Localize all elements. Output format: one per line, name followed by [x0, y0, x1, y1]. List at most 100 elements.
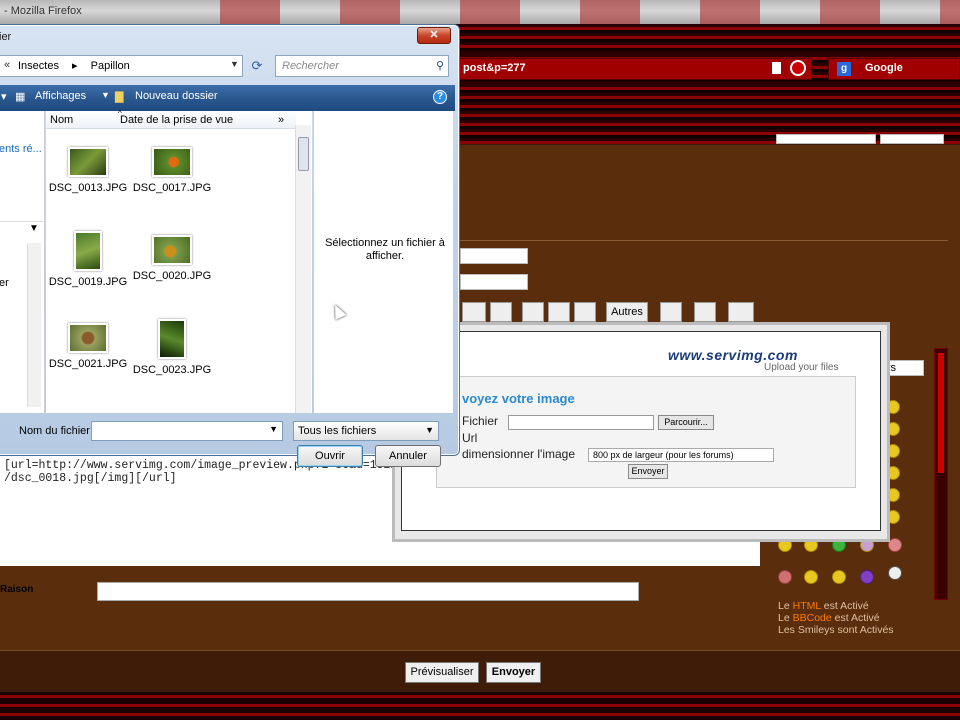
command-bar: ▾ ▦ Affichages ▼ ▇ Nouveau dossier ? — [0, 85, 455, 111]
format-color-button[interactable] — [462, 302, 486, 322]
image-thumbnail — [74, 231, 102, 271]
search-placeholder: Rechercher — [282, 60, 339, 72]
bookmark-star-icon[interactable] — [772, 62, 781, 74]
smiley-scrollbar[interactable] — [934, 348, 948, 600]
reason-label: Raison — [0, 584, 34, 595]
file-item[interactable]: DSC_0020.JPG — [132, 235, 212, 282]
address-bar[interactable]: « Insectes ▸ Papillon ▼ — [0, 55, 243, 77]
scroll-thumb[interactable] — [298, 137, 309, 171]
chevron-down-icon[interactable]: ▼ — [230, 59, 239, 69]
filetype-value: Tous les fichiers — [298, 425, 377, 437]
format-size-button[interactable] — [548, 302, 570, 322]
header-field — [880, 134, 944, 144]
servimg-logo: www.servimg.com — [668, 347, 798, 363]
recent-places-link[interactable]: ents ré... — [0, 143, 42, 155]
filename-input[interactable]: ▼ — [91, 421, 283, 441]
breadcrumb-insectes[interactable]: Insectes — [18, 60, 59, 72]
chevron-down-icon[interactable]: ▼ — [101, 90, 110, 100]
column-date[interactable]: Date de la prise de vue — [120, 114, 233, 126]
filename-label: Nom du fichier : — [19, 425, 97, 437]
search-engine-box[interactable]: g Google — [828, 58, 960, 80]
new-folder-button[interactable]: Nouveau dossier — [135, 90, 218, 102]
breadcrumb-arrow-icon[interactable]: ▸ — [72, 60, 78, 72]
file-item[interactable]: DSC_0013.JPG — [48, 147, 128, 194]
servimg-tagline: Upload your files — [764, 362, 839, 373]
bbcode-link[interactable]: BBCode — [793, 612, 832, 624]
file-name: DSC_0019.JPG — [48, 276, 128, 288]
file-item[interactable]: DSC_0017.JPG — [132, 147, 212, 194]
back-history-icon[interactable]: « — [4, 59, 10, 71]
bbcode-status: Le BBCode est Activé — [778, 612, 894, 624]
cancel-button[interactable]: Annuler — [375, 445, 441, 467]
file-list-scrollbar[interactable] — [295, 125, 311, 413]
reason-input[interactable] — [97, 582, 639, 601]
search-icon[interactable]: ⚲ — [436, 59, 444, 72]
format-emoji-button[interactable] — [660, 302, 682, 322]
url-label: Url — [462, 431, 478, 445]
navigation-pane: ents ré... ▼ er — [0, 111, 45, 413]
close-icon[interactable]: ✕ — [417, 27, 451, 44]
file-name: DSC_0023.JPG — [132, 364, 212, 376]
bbcode-legend: Le HTML est Activé Le BBCode est Activé … — [778, 600, 894, 636]
folder-icon: ▇ — [115, 91, 124, 103]
smiley-icon[interactable] — [832, 570, 846, 584]
folder-tree-item[interactable]: er — [0, 277, 9, 289]
open-button[interactable]: Ouvrir — [297, 445, 363, 467]
google-icon: g — [837, 62, 851, 76]
html-link[interactable]: HTML — [793, 600, 821, 612]
send-button[interactable]: Envoyer — [486, 662, 541, 683]
chevron-down-icon[interactable]: ▼ — [425, 425, 434, 435]
browse-button[interactable]: Parcourir... — [658, 415, 714, 430]
format-text-button[interactable] — [574, 302, 596, 322]
feed-icon[interactable] — [790, 60, 806, 76]
divider — [0, 221, 43, 222]
subject-field[interactable] — [460, 248, 528, 264]
scroll-thumb[interactable] — [938, 353, 944, 473]
resize-select[interactable]: 800 px de largeur (pour les forums) — [588, 448, 774, 462]
file-item[interactable]: DSC_0019.JPG — [48, 231, 128, 288]
breadcrumb-papillon[interactable]: Papillon — [91, 60, 130, 72]
chevron-down-icon[interactable]: ▼ — [29, 223, 39, 234]
search-engine-name: Google — [865, 62, 903, 74]
file-name: DSC_0013.JPG — [48, 182, 128, 194]
preview-button[interactable]: Prévisualiser — [405, 662, 479, 683]
upload-send-button[interactable]: Envoyer — [628, 464, 668, 479]
help-icon[interactable]: ? — [433, 90, 447, 104]
smiley-icon[interactable] — [888, 566, 902, 580]
image-thumbnail — [152, 235, 192, 265]
dialog-title: ier — [0, 31, 12, 43]
refresh-icon[interactable]: ⟳ — [247, 56, 267, 76]
image-thumbnail — [68, 323, 108, 353]
column-name[interactable]: Nom — [50, 114, 73, 126]
others-button[interactable]: Autres — [606, 302, 648, 322]
smiley-icon[interactable] — [888, 538, 902, 552]
format-font-button[interactable] — [522, 302, 544, 322]
smiley-icon[interactable] — [778, 570, 792, 584]
chevron-down-icon[interactable]: ▼ — [269, 424, 278, 434]
form-footer — [0, 650, 960, 692]
status-suffix: est Activé — [820, 600, 869, 612]
navigation-scrollbar[interactable] — [27, 243, 41, 407]
filetype-select[interactable]: Tous les fichiers ▼ — [293, 421, 439, 441]
format-math-button[interactable] — [728, 302, 754, 322]
file-input[interactable] — [508, 415, 654, 430]
image-thumbnail — [152, 147, 192, 177]
column-header-row: Nom ^ Date de la prise de vue » — [46, 109, 296, 129]
image-thumbnail — [68, 147, 108, 177]
more-columns-icon[interactable]: » — [278, 114, 284, 126]
views-button[interactable]: Affichages — [35, 90, 86, 102]
format-quote-button[interactable] — [694, 302, 716, 322]
smiley-icon[interactable] — [860, 570, 874, 584]
format-table-button[interactable] — [490, 302, 512, 322]
file-item[interactable]: DSC_0021.JPG — [48, 323, 128, 370]
open-file-dialog: ier ✕ « Insectes ▸ Papillon ▼ ⟳ Recherch… — [0, 24, 460, 467]
file-item[interactable]: DSC_0023.JPG — [132, 319, 212, 376]
url-bar[interactable]: post&p=277 — [456, 58, 812, 80]
smiley-icon[interactable] — [804, 570, 818, 584]
search-input[interactable]: Rechercher ⚲ — [275, 55, 449, 77]
file-name: DSC_0017.JPG — [132, 182, 212, 194]
views-icon[interactable]: ▦ — [15, 90, 25, 103]
status-prefix: Le — [778, 612, 793, 624]
organize-arrow-icon[interactable]: ▾ — [1, 90, 7, 103]
title-field[interactable] — [460, 274, 528, 290]
